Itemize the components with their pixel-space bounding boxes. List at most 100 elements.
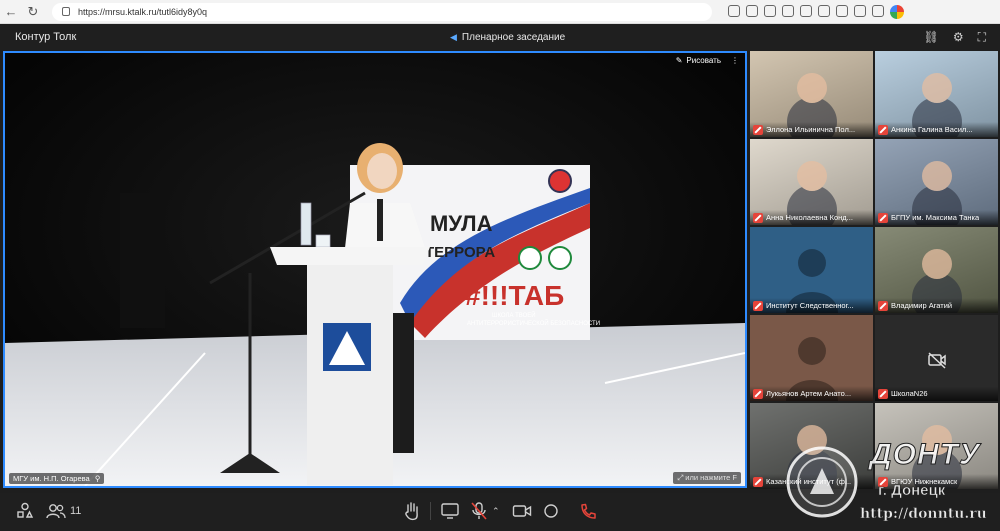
participant-name-bar: Институт Следственног...	[750, 298, 873, 313]
screen-share-icon	[441, 503, 459, 519]
participant-name-bar: Казанский институт (ф...	[750, 474, 873, 489]
speaker-caption: МГУ им. Н.П. Огарева ⚲	[9, 473, 105, 484]
participants-button[interactable]: 11	[46, 499, 81, 523]
meeting-title: ◀ Пленарное заседание	[450, 32, 565, 43]
pin-icon[interactable]: ⚲	[95, 474, 101, 483]
record-button[interactable]	[543, 499, 559, 523]
address-bar[interactable]: https://mrsu.ktalk.ru/tutl6idy8y0q	[52, 2, 712, 21]
reload-icon[interactable]: ↻	[22, 1, 44, 23]
participant-tile[interactable]: Анкина Галина Васил...	[875, 51, 998, 137]
browser-toolbar: ← ↻ https://mrsu.ktalk.ru/tutl6idy8y0q	[0, 0, 1000, 24]
app-header: Контур Толк ◀ Пленарное заседание ⛓ ⚙ ⛶	[0, 24, 1000, 50]
app-title: Контур Толк	[15, 31, 77, 43]
mic-off-icon	[753, 388, 763, 399]
profile-icon[interactable]	[890, 4, 904, 19]
favorites-icon[interactable]	[818, 4, 830, 17]
participant-name: Казанский институт (ф...	[766, 477, 852, 486]
more-options-icon[interactable]: ⋮	[731, 56, 739, 65]
banner-line2: ТЕРРОРА	[425, 244, 495, 261]
participant-tile[interactable]: Казанский институт (ф...	[750, 403, 873, 489]
participant-tile[interactable]: БГПУ им. Максима Танка	[875, 139, 998, 225]
fullscreen-hint: ⤢ или нажмите F	[673, 472, 741, 484]
more-icon[interactable]	[872, 4, 884, 17]
participant-tile[interactable]: Владимир Агатий	[875, 227, 998, 313]
participant-name-bar: Эллона Ильинична Пол...	[750, 122, 873, 137]
participant-name: Владимир Агатий	[891, 301, 953, 310]
participant-tile[interactable]: ШколаN26	[875, 315, 998, 401]
mic-off-icon	[753, 124, 763, 135]
participant-name: ШколаN26	[891, 389, 928, 398]
raise-hand-button[interactable]	[403, 499, 421, 523]
participant-figure	[921, 73, 952, 103]
banner-sub1: ШКОЛА ТВОЕЙ	[492, 311, 536, 319]
participant-tile[interactable]: Анна Николаевна Конд...	[750, 139, 873, 225]
extension-icon[interactable]	[728, 4, 740, 17]
camera-off-icon	[927, 351, 947, 374]
fullscreen-icon[interactable]: ⛶	[978, 30, 986, 45]
speaker-video[interactable]: МУЛА ТЕРРОРА #!!!ТАБ ШКОЛА ТВОЕЙ АНТИТЕР…	[3, 51, 747, 488]
mic-off-icon	[878, 212, 888, 223]
participant-figure	[921, 249, 952, 279]
participants-grid: Эллона Ильинична Пол... Анкина Галина Вас…	[750, 51, 998, 491]
participant-figure	[796, 425, 827, 455]
apps-button[interactable]	[16, 499, 34, 523]
camera-icon	[512, 505, 532, 517]
shapes-icon	[17, 502, 34, 518]
participant-name-bar: Анна Николаевна Конд...	[750, 210, 873, 225]
extension-icon[interactable]	[764, 4, 776, 17]
mic-off-icon	[878, 300, 888, 311]
hang-up-button[interactable]	[578, 499, 598, 523]
participant-name-bar: ВГЮУ Нижнекамск	[875, 474, 998, 489]
settings-icon[interactable]: ⚙	[953, 30, 964, 45]
participant-tile[interactable]: Лукьянов Артем Анато...	[750, 315, 873, 401]
participant-name: БГПУ им. Максима Танка	[891, 213, 980, 222]
toolbar-divider	[430, 502, 431, 520]
draw-button[interactable]: ✎ Рисовать ⋮	[676, 56, 739, 65]
favorite-icon[interactable]	[782, 4, 794, 17]
people-icon	[46, 504, 66, 519]
mic-off-icon	[878, 388, 888, 399]
speaker-caption-text: МГУ им. Н.П. Огарева	[13, 474, 90, 483]
call-toolbar: 11 ⌃	[0, 493, 1000, 531]
participant-name: Эллона Ильинична Пол...	[766, 125, 856, 134]
participant-figure	[921, 161, 952, 191]
mic-off-icon	[878, 476, 888, 487]
participant-name-bar: Владимир Агатий	[875, 298, 998, 313]
extension-icon[interactable]	[854, 4, 866, 17]
participant-tile[interactable]: Институт Следственног...	[750, 227, 873, 313]
chevron-up-icon: ⌃	[492, 505, 500, 516]
participant-name: Институт Следственног...	[766, 301, 854, 310]
extension-icon[interactable]	[746, 4, 758, 17]
participant-name-bar: ШколаN26	[875, 386, 998, 401]
camera-button[interactable]	[512, 499, 532, 523]
pencil-icon: ✎	[675, 56, 683, 65]
draw-label: Рисовать	[686, 56, 721, 65]
banner-brand: #!!!ТАБ	[465, 280, 564, 311]
microphone-options[interactable]: ⌃	[492, 499, 500, 523]
mic-off-icon	[753, 300, 763, 311]
collections-icon[interactable]	[836, 4, 848, 17]
screen-share-button[interactable]	[440, 499, 460, 523]
mic-off-icon	[753, 476, 763, 487]
participant-name-bar: Анкина Галина Васил...	[875, 122, 998, 137]
broadcast-icon: ◀	[450, 31, 457, 42]
banner-sub2: АНТИТЕРРОРИСТИЧЕСКОЙ БЕЗОПАСНОСТИ	[467, 319, 600, 327]
participant-figure	[796, 73, 827, 103]
participant-name-bar: БГПУ им. Максима Танка	[875, 210, 998, 225]
participant-name: ВГЮУ Нижнекамск	[891, 477, 958, 486]
mic-off-icon	[471, 502, 487, 520]
hang-up-icon	[581, 503, 596, 519]
header-actions: ⛓ ⚙ ⛶	[924, 30, 986, 45]
participant-tile[interactable]: ВГЮУ Нижнекамск	[875, 403, 998, 489]
hand-icon	[405, 502, 418, 521]
participant-tile[interactable]: Эллона Ильинична Пол...	[750, 51, 873, 137]
record-icon	[544, 504, 558, 518]
link-icon[interactable]: ⛓	[924, 30, 939, 45]
back-icon[interactable]: ←	[0, 1, 22, 23]
meeting-title-text: Пленарное заседание	[461, 31, 566, 43]
participant-figure	[921, 425, 952, 455]
split-screen-icon[interactable]	[800, 4, 812, 17]
expand-icon[interactable]: ⤢	[677, 473, 683, 482]
speaker-scene: МУЛА ТЕРРОРА #!!!ТАБ ШКОЛА ТВОЕЙ АНТИТЕР…	[5, 53, 745, 486]
microphone-button[interactable]	[470, 499, 488, 523]
